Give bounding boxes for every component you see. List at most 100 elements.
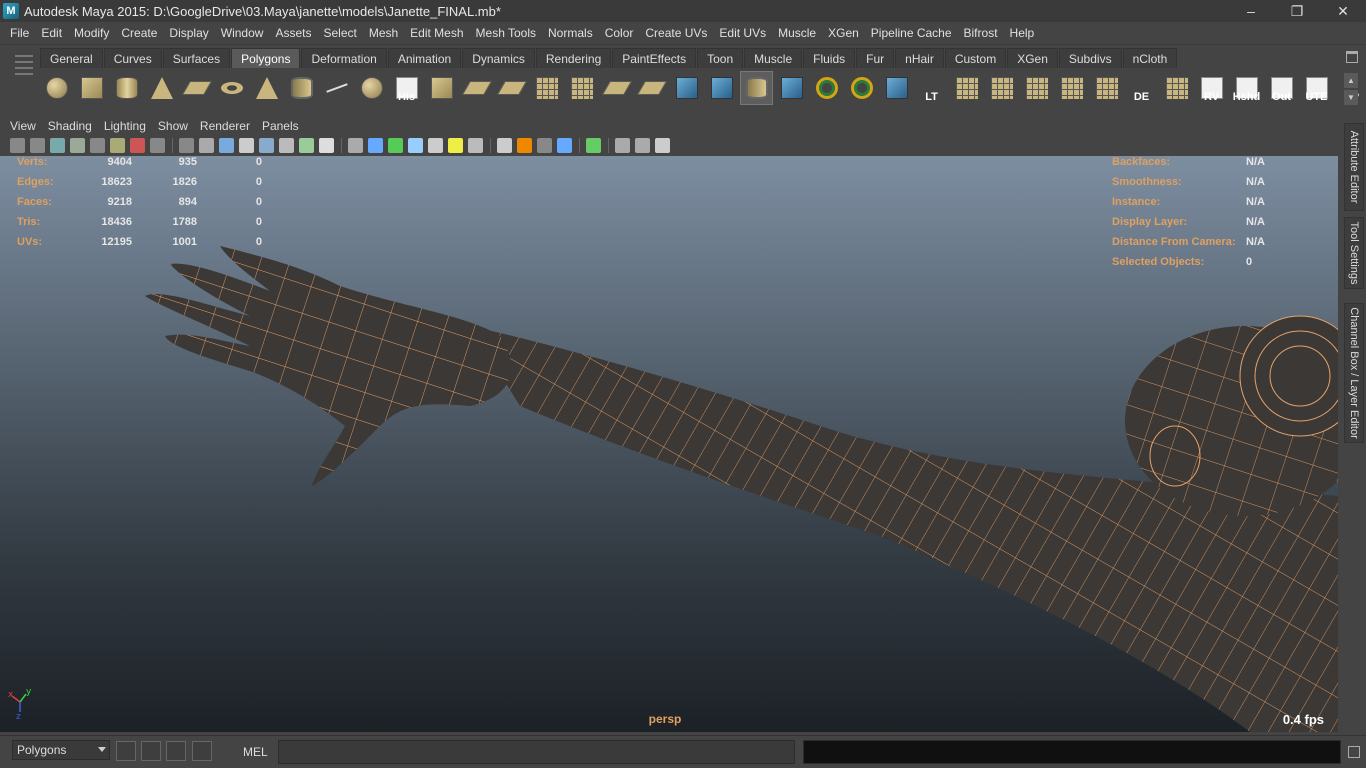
poly-sphere-icon[interactable] <box>40 71 73 105</box>
uv-cut-icon[interactable] <box>1055 71 1088 105</box>
uv-grid-icon[interactable] <box>1160 71 1193 105</box>
image-plane-icon[interactable] <box>70 138 85 153</box>
snap-icon[interactable] <box>116 741 136 761</box>
shelf-tab[interactable]: General <box>40 48 103 68</box>
wireframe-cube-icon[interactable] <box>775 71 808 105</box>
menu-item[interactable]: Select <box>317 26 362 40</box>
ambient-occlusion-icon[interactable] <box>468 138 483 153</box>
shelf-tab[interactable]: Muscle <box>744 48 803 68</box>
shelf-tab[interactable]: Rendering <box>535 48 612 68</box>
shelf-tab[interactable]: Toon <box>697 48 744 68</box>
default-light-icon[interactable] <box>448 138 463 153</box>
mel-command-input[interactable] <box>278 740 795 764</box>
layers-icon[interactable] <box>192 741 212 761</box>
menu-set-selector[interactable]: Polygons <box>12 740 110 760</box>
poly-cube-icon[interactable] <box>75 71 108 105</box>
merge-vertices-icon[interactable] <box>670 71 703 105</box>
wireframe-on-shaded-icon[interactable] <box>259 138 274 153</box>
out-icon[interactable]: Out <box>1265 71 1298 105</box>
menu-item[interactable]: Pipeline Cache <box>865 26 958 40</box>
menu-item[interactable]: XGen <box>822 26 865 40</box>
camera-attributes-icon[interactable] <box>30 138 45 153</box>
panel-menu-item[interactable]: Lighting <box>98 119 152 133</box>
mel-label[interactable]: MEL <box>243 745 268 759</box>
poly-plane-icon[interactable] <box>180 71 213 105</box>
ssao-icon[interactable] <box>557 138 572 153</box>
perspective-viewport[interactable]: Verts: 9404 935 0 Edges: 18623 1826 0 Faces: 9218… <box>0 156 1338 732</box>
help-line-icon[interactable] <box>1348 746 1360 758</box>
hshd-icon[interactable]: Hshd <box>1230 71 1263 105</box>
smooth-shade-icon[interactable] <box>239 138 254 153</box>
menu-item[interactable]: Color <box>599 26 640 40</box>
uv-sew-icon[interactable] <box>1090 71 1123 105</box>
select-highlight-icon[interactable] <box>586 138 601 153</box>
soft-select-icon[interactable] <box>810 71 843 105</box>
backface-icon[interactable] <box>408 138 423 153</box>
minimize-button[interactable]: – <box>1228 0 1274 22</box>
panel-layout-icon[interactable] <box>655 138 670 153</box>
script-editor-icon[interactable] <box>141 741 161 761</box>
menu-item[interactable]: Mesh Tools <box>470 26 542 40</box>
safe-action-icon[interactable] <box>199 138 214 153</box>
menu-item[interactable]: Edit UVs <box>713 26 772 40</box>
menu-item[interactable]: Modify <box>68 26 115 40</box>
poly-pipe-icon[interactable] <box>285 71 318 105</box>
textured-icon[interactable] <box>279 138 294 153</box>
outliner-icon[interactable] <box>166 741 186 761</box>
shelf-tab[interactable]: Custom <box>944 48 1007 68</box>
split-polygon-icon[interactable] <box>530 71 563 105</box>
scroll-up-icon[interactable]: ▲ <box>1344 73 1358 88</box>
menu-item[interactable]: Edit Mesh <box>404 26 469 40</box>
shelf-tab[interactable]: Fur <box>856 48 895 68</box>
history-icon[interactable]: His <box>390 71 423 105</box>
shelf-options-handle[interactable] <box>12 51 36 107</box>
grid-display-icon[interactable] <box>635 138 650 153</box>
menu-item[interactable]: File <box>4 26 35 40</box>
shelf-tab[interactable]: Dynamics <box>462 48 535 68</box>
wireframe-icon[interactable] <box>219 138 234 153</box>
poly-pyramid-icon[interactable] <box>250 71 283 105</box>
wire-frame-icon[interactable] <box>615 138 630 153</box>
panel-menu-item[interactable]: View <box>4 119 42 133</box>
offset-edge-loop-icon[interactable] <box>600 71 633 105</box>
bookmark-icon[interactable] <box>50 138 65 153</box>
select-camera-icon[interactable] <box>10 138 25 153</box>
close-button[interactable]: ✕ <box>1320 0 1366 22</box>
append-polygon-icon[interactable] <box>495 71 528 105</box>
rv-icon[interactable]: RV <box>1195 71 1228 105</box>
menu-item[interactable]: Edit <box>35 26 68 40</box>
menu-item[interactable]: Assets <box>269 26 317 40</box>
poly-torus-icon[interactable] <box>215 71 248 105</box>
motion-blur-icon[interactable] <box>497 138 512 153</box>
menu-item[interactable]: Create <box>115 26 163 40</box>
uv-select-icon[interactable] <box>1020 71 1053 105</box>
extrude-icon[interactable] <box>425 71 458 105</box>
insert-edge-loop-icon[interactable] <box>565 71 598 105</box>
film-gate-icon[interactable] <box>110 138 125 153</box>
slide-edge-icon[interactable] <box>635 71 668 105</box>
menu-item[interactable]: Normals <box>542 26 599 40</box>
tab-tool-settings[interactable]: Tool Settings <box>1344 217 1364 289</box>
xray-joints-icon[interactable] <box>388 138 403 153</box>
shelf-tab[interactable]: PaintEffects <box>612 48 697 68</box>
poly-cone-icon[interactable] <box>145 71 178 105</box>
panel-menu-item[interactable]: Renderer <box>194 119 256 133</box>
resolution-gate-icon[interactable] <box>130 138 145 153</box>
shelf-tab[interactable]: Fluids <box>803 48 856 68</box>
move-manip-icon[interactable] <box>880 71 913 105</box>
shelf-tab[interactable]: XGen <box>1007 48 1058 68</box>
panel-menu-item[interactable]: Panels <box>256 119 305 133</box>
gate-mask-icon[interactable] <box>150 138 165 153</box>
paint-tool-icon[interactable] <box>740 71 773 105</box>
shelf-tab[interactable]: Curves <box>103 48 162 68</box>
use-lights-icon[interactable] <box>299 138 314 153</box>
menu-item[interactable]: Create UVs <box>639 26 713 40</box>
field-chart-icon[interactable] <box>179 138 194 153</box>
poly-cylinder-icon[interactable] <box>110 71 143 105</box>
combine-icon[interactable] <box>355 71 388 105</box>
create-polygon-icon[interactable] <box>320 71 353 105</box>
panel-menu-item[interactable]: Show <box>152 119 194 133</box>
shelf-tab[interactable]: Deformation <box>301 48 387 68</box>
shelf-tab[interactable]: Polygons <box>231 48 301 68</box>
menu-item[interactable]: Muscle <box>772 26 822 40</box>
